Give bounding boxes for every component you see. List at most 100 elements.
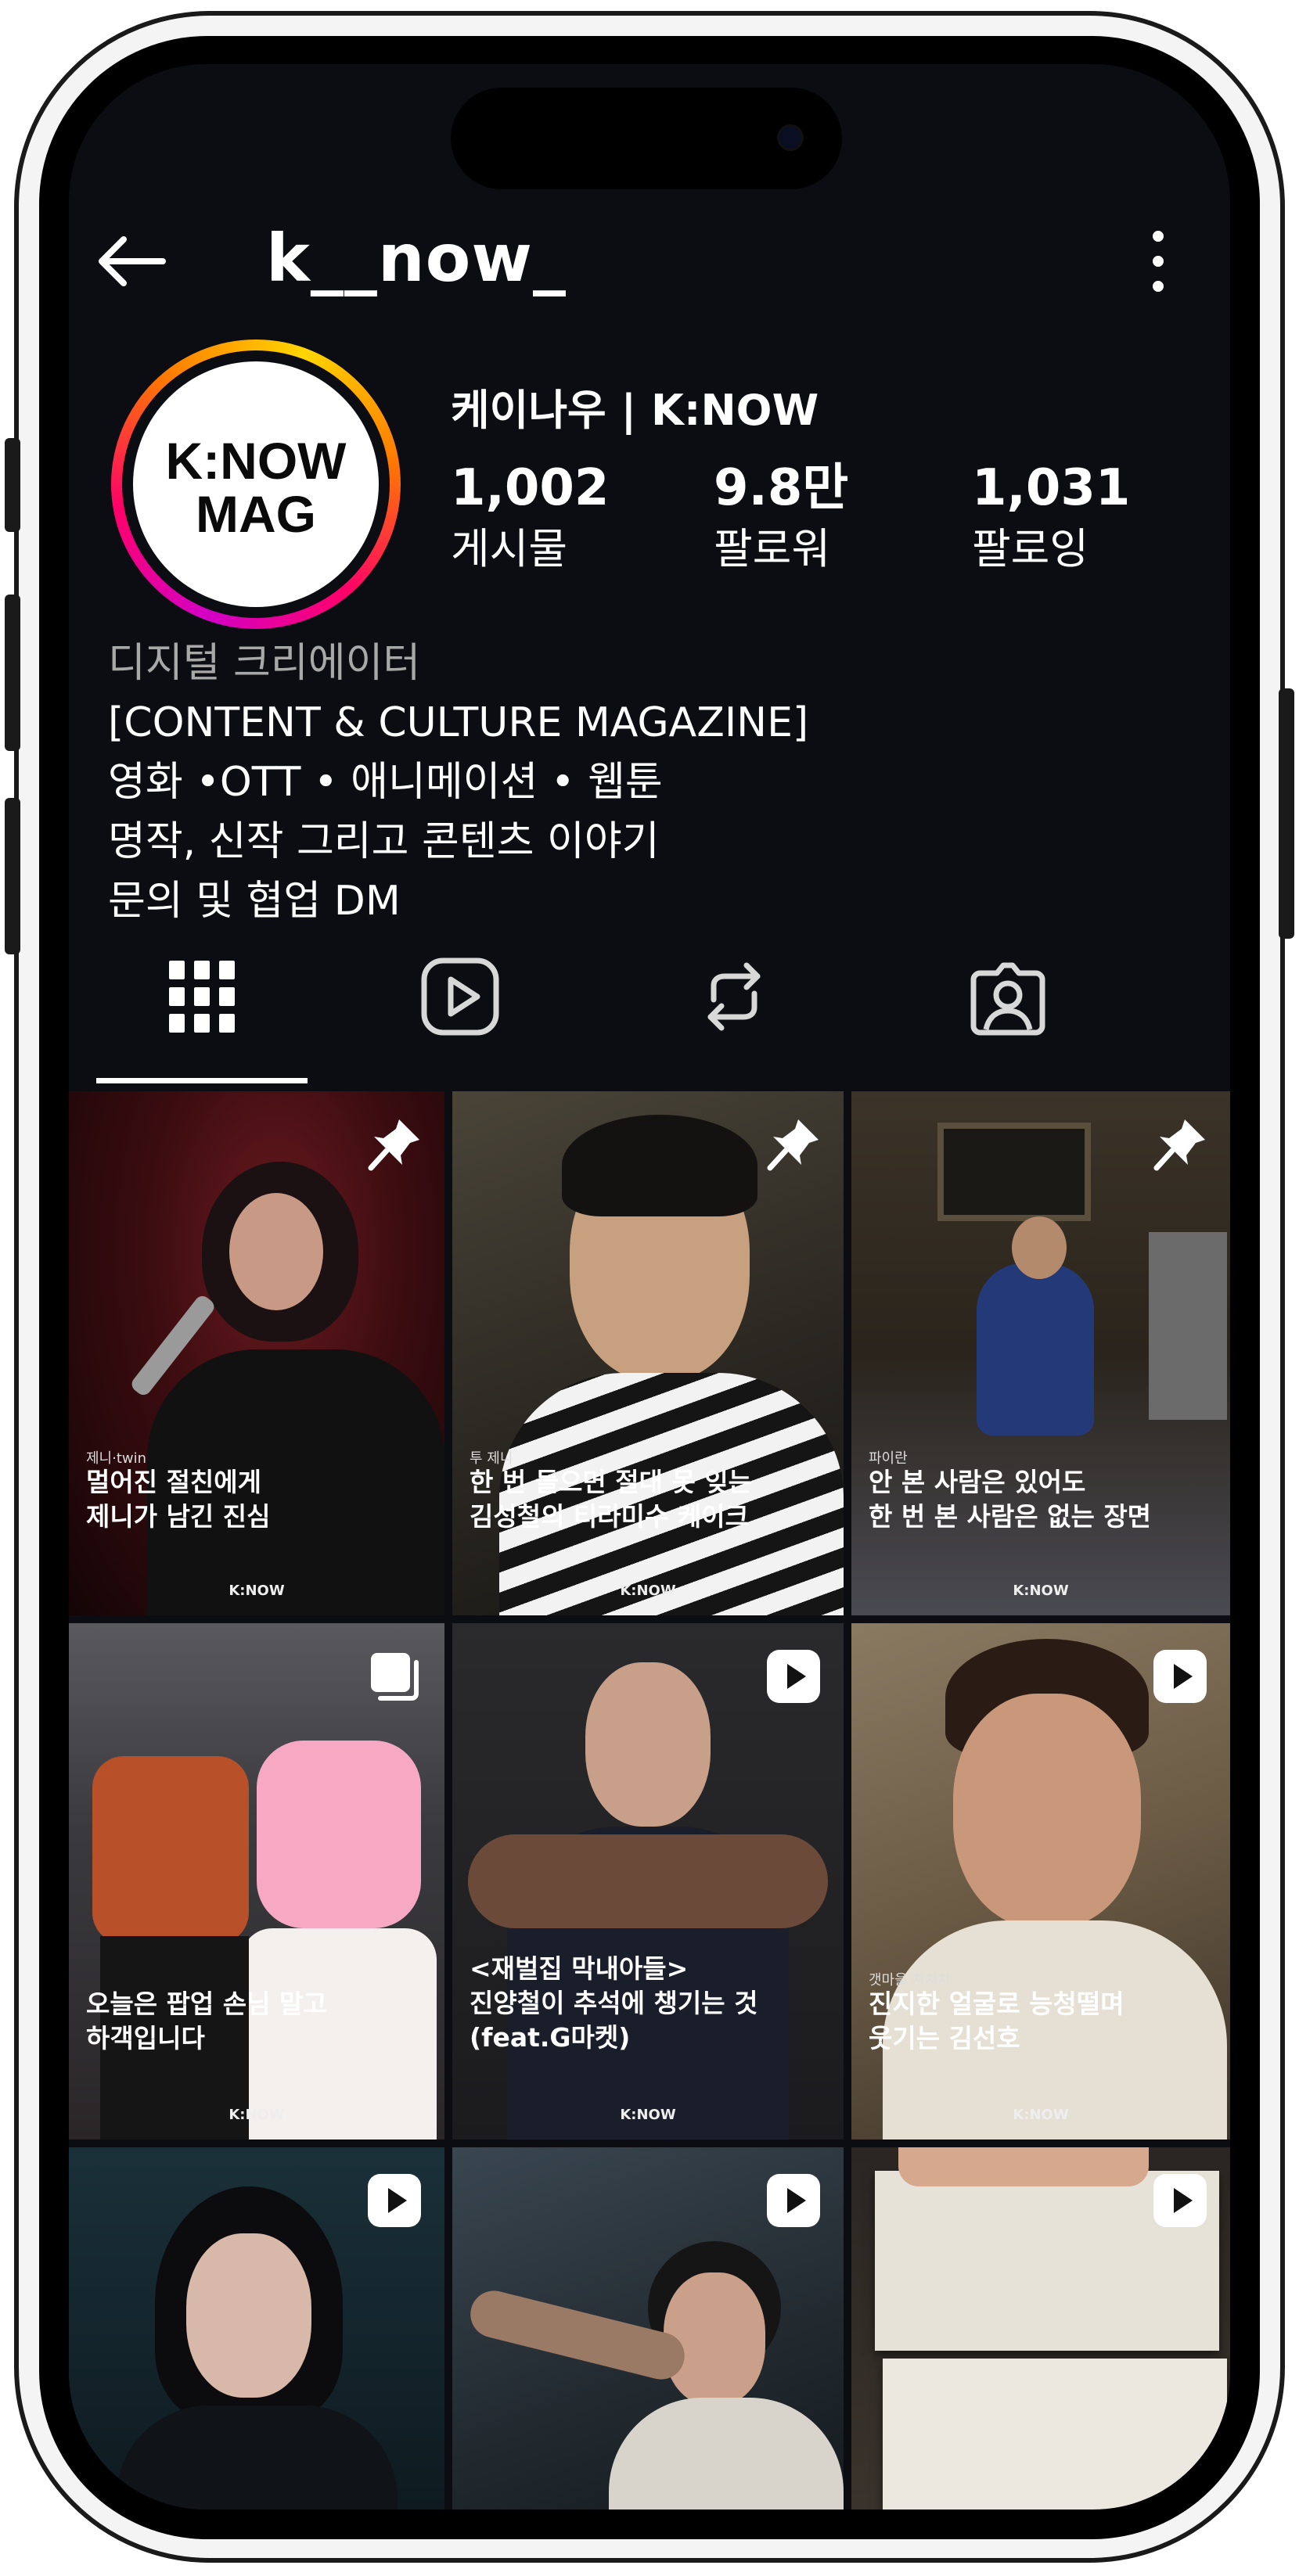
app-screen: k__now_ K:NOW MAG 케이나우 | K:NOW 1,002 게시물… — [69, 64, 1230, 2510]
stat-value: 9.8만 — [714, 459, 849, 517]
post-brand-logo: K:NOW — [620, 2107, 676, 2123]
grid-icon — [169, 961, 235, 1033]
stat-label: 팔로워 — [714, 524, 831, 573]
thumbnail-body — [116, 2405, 398, 2510]
tagged-user-icon — [970, 962, 1045, 1036]
more-vertical-icon — [1153, 231, 1164, 292]
reels-badge — [365, 2171, 424, 2230]
profile-tabs — [69, 940, 1230, 1058]
post-brand-logo: K:NOW — [1013, 1583, 1069, 1599]
avatar: K:NOW MAG — [133, 361, 379, 607]
post-tile[interactable]: <재벌집 막내아들> 진양철이 추석에 챙기는 것 (feat.G마켓) K:N… — [452, 1623, 844, 2139]
front-camera — [779, 127, 801, 149]
post-tile[interactable] — [69, 2147, 444, 2510]
thumbnail-window — [937, 1123, 1091, 1221]
thumbnail-person — [977, 1263, 1094, 1435]
post-caption: 안 본 사람은 있어도 한 번 본 사람은 없는 장면 — [869, 1467, 1152, 1532]
reels-badge — [764, 1647, 823, 1706]
thumbnail-hair — [562, 1115, 757, 1216]
stat-posts[interactable]: 1,002 게시물 — [451, 460, 609, 577]
post-tile[interactable] — [452, 2147, 844, 2510]
carousel-icon — [371, 1653, 419, 1701]
pinned-badge — [1150, 1115, 1210, 1174]
thumbnail-mascot-pink — [257, 1741, 421, 1928]
carousel-badge — [365, 1647, 424, 1706]
back-button[interactable] — [92, 222, 171, 300]
reels-icon — [421, 957, 499, 1036]
active-tab-indicator — [96, 1078, 308, 1083]
avatar-gap: K:NOW MAG — [122, 350, 390, 618]
thumbnail-gloves — [468, 1834, 828, 1928]
post-tile[interactable] — [851, 2147, 1230, 2510]
stat-label: 게시물 — [451, 524, 568, 573]
thumbnail-face — [953, 1694, 1141, 1928]
reels-badge — [764, 2171, 823, 2230]
bio-line: [CONTENT & CULTURE MAGAZINE] — [108, 699, 809, 746]
profile-username: k__now_ — [266, 220, 567, 296]
tab-reposts[interactable] — [687, 950, 781, 1044]
volume-down-button — [5, 798, 20, 954]
pin-icon — [1153, 1119, 1205, 1171]
thumbnail-fridge — [1149, 1232, 1227, 1420]
more-options-button[interactable] — [1142, 222, 1174, 300]
post-brand-logo: K:NOW — [228, 1583, 285, 1599]
stat-following[interactable]: 1,031 팔로잉 — [972, 460, 1130, 577]
reels-icon — [767, 1650, 820, 1703]
dynamic-island — [451, 88, 842, 189]
thumbnail-face — [229, 1193, 323, 1310]
post-tile[interactable]: 제니·twin 멀어진 절친에게 제니가 남긴 진심 K:NOW — [69, 1091, 444, 1615]
reels-icon — [368, 2174, 421, 2227]
stat-label: 팔로잉 — [972, 524, 1089, 573]
display-name: 케이나우 | K:NOW — [451, 386, 819, 435]
pin-icon — [368, 1119, 419, 1171]
post-caption: <재벌집 막내아들> 진양철이 추석에 챙기는 것 (feat.G마켓) — [470, 1953, 758, 2053]
tab-tagged[interactable] — [961, 950, 1055, 1044]
post-tile[interactable]: 갯마을 차차차 진지한 얼굴로 능청떨며 웃기는 김선호 K:NOW — [851, 1623, 1230, 2139]
pin-icon — [767, 1119, 819, 1171]
thumbnail-fingers — [898, 2147, 1149, 2186]
tab-reels[interactable] — [413, 950, 507, 1044]
avatar-logo-line1: K:NOW — [165, 432, 347, 490]
post-brand-logo: K:NOW — [1013, 2107, 1069, 2123]
post-caption: 오늘은 팝업 손님 말고 하객입니다 — [86, 1989, 327, 2053]
bio-line: 명작, 신작 그리고 콘텐츠 이야기 — [108, 818, 660, 865]
repost-icon — [707, 962, 761, 1031]
bio-category: 디지털 크리에이터 — [108, 640, 421, 687]
stat-followers[interactable]: 9.8만 팔로워 — [714, 460, 848, 577]
stat-value: 1,031 — [972, 459, 1131, 517]
reels-icon — [1153, 1650, 1207, 1703]
action-button — [5, 438, 20, 532]
reels-icon — [767, 2174, 820, 2227]
post-brand-logo: K:NOW — [228, 2107, 285, 2123]
story-ring[interactable]: K:NOW MAG — [111, 340, 401, 629]
reels-badge — [1150, 1647, 1210, 1706]
thumbnail-face — [664, 2272, 765, 2405]
post-brand-logo: K:NOW — [620, 1583, 676, 1599]
thumbnail-face — [186, 2233, 311, 2398]
pinned-badge — [365, 1115, 424, 1174]
power-button — [1279, 688, 1294, 939]
thumbnail-mascot-brown — [92, 1756, 249, 1944]
stat-value: 1,002 — [451, 459, 610, 517]
profile-header: k__now_ — [69, 205, 1230, 314]
thumbnail-face — [1012, 1216, 1067, 1279]
post-tile[interactable]: 투 제니 한 번 들으면 절대 못 잊는 김성철의 티라미수 케이크 K:NOW — [452, 1091, 844, 1615]
post-grid: 제니·twin 멀어진 절친에게 제니가 남긴 진심 K:NOW 투 제니 한 … — [69, 1091, 1230, 2510]
post-caption: 한 번 들으면 절대 못 잊는 김성철의 티라미수 케이크 — [470, 1467, 753, 1532]
profile-bio: 디지털 크리에이터 [CONTENT & CULTURE MAGAZINE] 영… — [108, 634, 1204, 931]
avatar-logo-line2: MAG — [196, 485, 316, 543]
post-caption: 진지한 얼굴로 능청떨며 웃기는 김선호 — [869, 1989, 1124, 2053]
pinned-badge — [764, 1115, 823, 1174]
arrow-left-icon — [99, 236, 166, 286]
post-caption: 멀어진 절친에게 제니가 남긴 진심 — [86, 1467, 271, 1532]
post-tile[interactable]: 오늘은 팝업 손님 말고 하객입니다 K:NOW — [69, 1623, 444, 2139]
bio-line: 영화 •OTT • 애니메이션 • 웹툰 — [108, 759, 663, 806]
post-tile[interactable]: 파이란 안 본 사람은 있어도 한 번 본 사람은 없는 장면 K:NOW — [851, 1091, 1230, 1615]
thumbnail-face — [585, 1662, 711, 1827]
volume-up-button — [5, 595, 20, 751]
tab-posts[interactable] — [155, 950, 249, 1044]
thumbnail-business-card — [883, 2359, 1227, 2510]
bio-line: 문의 및 협업 DM — [108, 878, 401, 925]
reels-badge — [1150, 2171, 1210, 2230]
reels-icon — [1153, 2174, 1207, 2227]
